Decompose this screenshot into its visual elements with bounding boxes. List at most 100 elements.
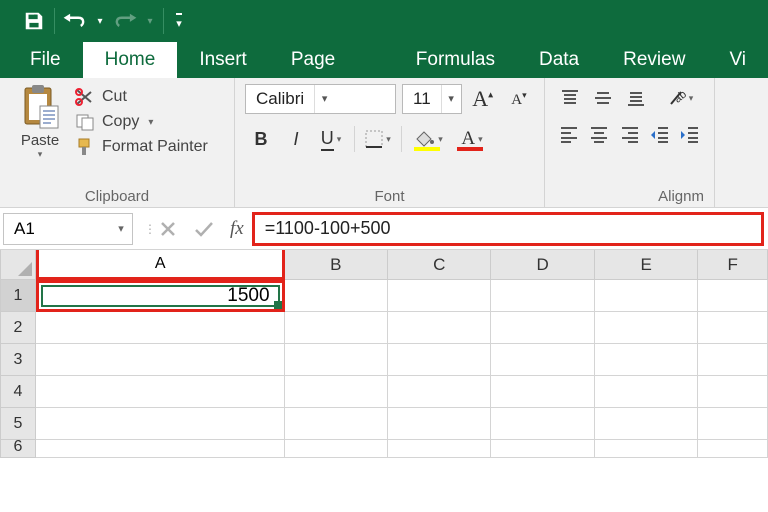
column-header-a[interactable]: A [36,250,285,280]
column-header-c[interactable]: C [388,250,491,280]
cell-f3[interactable] [698,344,768,376]
cell-e6[interactable] [595,440,698,458]
decrease-font-button[interactable]: A▾ [504,84,534,114]
border-button[interactable]: ▾ [362,124,394,154]
cell-c3[interactable] [388,344,491,376]
align-center-button[interactable] [585,120,612,148]
cell-e2[interactable] [595,312,698,344]
cell-d3[interactable] [491,344,594,376]
cell-f6[interactable] [698,440,768,458]
cell-e5[interactable] [595,408,698,440]
chevron-down-icon[interactable]: ▾ [110,222,132,235]
row-header-3[interactable]: 3 [0,344,36,376]
increase-font-button[interactable]: A▴ [468,84,498,114]
cut-button[interactable]: Cut [74,88,208,106]
cell-a1[interactable]: 1500 [36,280,285,312]
tab-data[interactable]: Data [517,42,601,78]
tab-insert[interactable]: Insert [177,42,269,78]
orientation-button[interactable]: ab▾ [662,84,698,112]
cell-b5[interactable] [285,408,388,440]
undo-dropdown-icon[interactable]: ▾ [91,6,109,36]
row-header-6[interactable]: 6 [0,440,36,458]
column-header-e[interactable]: E [595,250,698,280]
cell-f2[interactable] [698,312,768,344]
select-all-corner[interactable] [0,250,36,280]
spreadsheet-grid[interactable]: A B C D E F 1 1500 2 3 4 5 6 [0,250,768,458]
cell-e3[interactable] [595,344,698,376]
name-box[interactable]: A1 ▾ [3,213,133,245]
redo-dropdown-icon: ▾ [141,6,159,36]
align-bottom-button[interactable] [621,84,651,112]
align-left-button[interactable] [555,120,582,148]
bold-button[interactable]: B [245,124,277,154]
cell-b1[interactable] [285,280,388,312]
cell-c2[interactable] [388,312,491,344]
copy-label: Copy [102,113,139,131]
column-header-d[interactable]: D [491,250,594,280]
cell-d6[interactable] [491,440,594,458]
cell-c6[interactable] [388,440,491,458]
underline-button[interactable]: U▾ [315,124,347,154]
cell-f4[interactable] [698,376,768,408]
formula-input[interactable]: =1100-100+500 [252,212,764,246]
copy-dropdown-icon[interactable]: ▾ [148,117,153,128]
format-painter-button[interactable]: Format Painter [74,138,208,156]
fill-color-button[interactable]: ▾ [409,124,449,154]
cell-a3[interactable] [36,344,285,376]
font-color-button[interactable]: A ▾ [452,124,492,154]
scissors-icon [74,88,96,106]
column-header-f[interactable]: F [698,250,768,280]
font-size-combo[interactable]: 11 ▾ [402,84,462,114]
cell-b2[interactable] [285,312,388,344]
copy-button[interactable]: Copy ▾ [74,113,208,131]
row-header-4[interactable]: 4 [0,376,36,408]
cell-a5[interactable] [36,408,285,440]
cancel-button[interactable] [150,213,186,245]
increase-indent-button[interactable] [677,120,704,148]
save-icon[interactable] [18,6,50,36]
row-header-5[interactable]: 5 [0,408,36,440]
cell-b6[interactable] [285,440,388,458]
tab-formulas[interactable]: Formulas [394,42,517,78]
column-header-b[interactable]: B [285,250,388,280]
tab-page-layout[interactable]: Page Layout [269,42,394,78]
cell-c4[interactable] [388,376,491,408]
align-top-button[interactable] [555,84,585,112]
quick-access-toolbar: ▾ ▾ ▾ [0,0,768,42]
cell-a2[interactable] [36,312,285,344]
tab-review[interactable]: Review [601,42,707,78]
paste-button[interactable]: Paste ▾ [10,84,70,160]
align-right-button[interactable] [616,120,643,148]
cell-a6[interactable] [36,440,285,458]
row-header-2[interactable]: 2 [0,312,36,344]
cell-d5[interactable] [491,408,594,440]
cell-e1[interactable] [595,280,698,312]
row-header-1[interactable]: 1 [0,280,36,312]
cell-e4[interactable] [595,376,698,408]
chevron-down-icon[interactable]: ▾ [441,85,461,113]
undo-icon[interactable] [59,6,91,36]
cell-c1[interactable] [388,280,491,312]
qat-customize-icon[interactable]: ▾ [168,6,190,36]
cell-d4[interactable] [491,376,594,408]
group-clipboard: Paste ▾ Cut Copy ▾ Format Painter C [0,78,235,207]
cell-c5[interactable] [388,408,491,440]
fx-label[interactable]: fx [222,218,252,240]
paste-dropdown-icon[interactable]: ▾ [38,149,43,160]
enter-button[interactable] [186,213,222,245]
tab-view[interactable]: Vi [707,42,768,78]
tab-file[interactable]: File [8,42,83,78]
cell-f1[interactable] [698,280,768,312]
italic-button[interactable]: I [280,124,312,154]
align-middle-button[interactable] [588,84,618,112]
chevron-down-icon[interactable]: ▾ [314,85,334,113]
decrease-indent-button[interactable] [646,120,673,148]
cell-d2[interactable] [491,312,594,344]
cell-b4[interactable] [285,376,388,408]
tab-home[interactable]: Home [83,42,178,78]
cell-a4[interactable] [36,376,285,408]
cell-b3[interactable] [285,344,388,376]
cell-f5[interactable] [698,408,768,440]
cell-d1[interactable] [491,280,594,312]
font-name-combo[interactable]: Calibri ▾ [245,84,396,114]
